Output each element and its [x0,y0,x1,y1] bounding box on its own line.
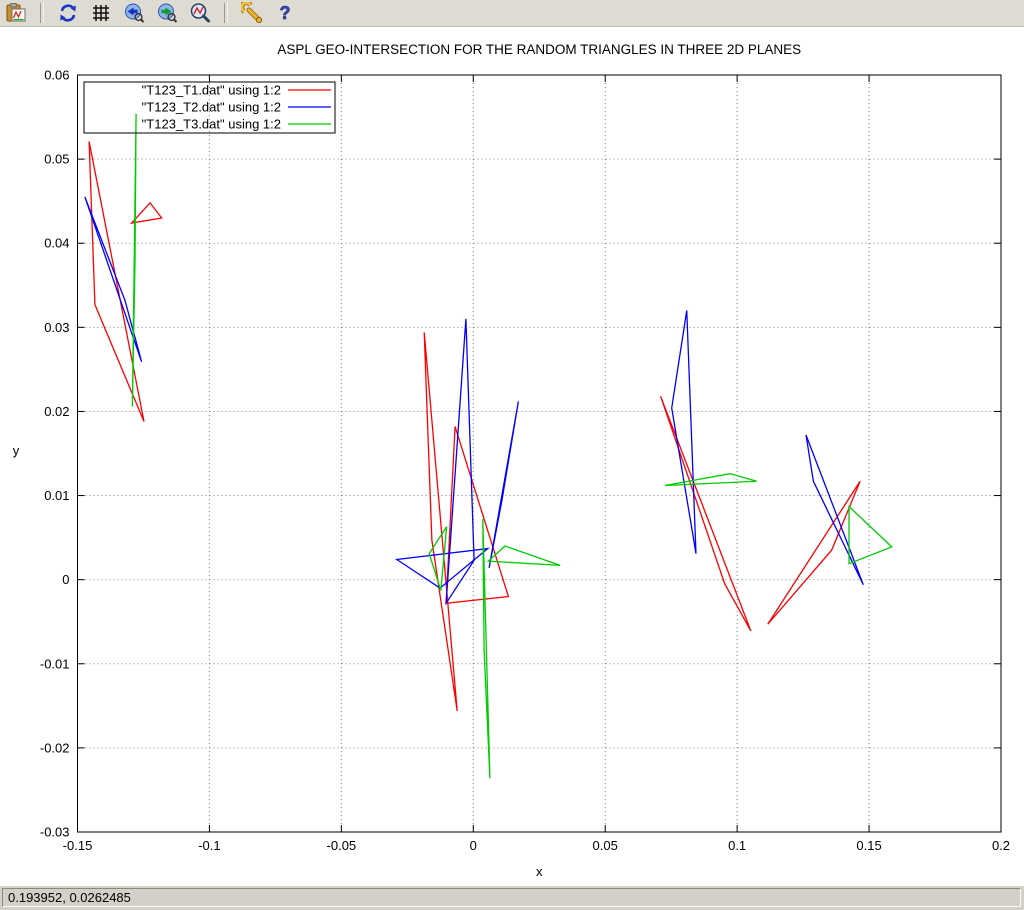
series-triangle-T123_T2.dat [446,319,474,603]
replot-button[interactable] [56,1,80,25]
clipboard-copy-icon [5,2,27,24]
wrench-icon [241,2,263,24]
legend-label: "T123_T2.dat" using 1:2 [142,100,281,115]
autoscale-button[interactable] [188,1,212,25]
x-tick-label: 0 [470,838,477,853]
refresh-icon [57,2,79,24]
cursor-coordinates: 0.193952, 0.0262485 [2,888,1021,907]
y-tick-label: -0.03 [40,825,70,840]
legend-label: "T123_T3.dat" using 1:2 [142,117,281,132]
help-button[interactable]: ? [273,1,297,25]
x-tick-label: -0.1 [198,838,220,853]
help-icon: ? [274,2,296,24]
zoom-previous-icon [123,2,145,24]
y-axis-label: y [13,443,20,458]
gnuplot-window: { "window": { "background": "#ffffff", "… [0,0,1024,910]
grid-icon [90,2,112,24]
series-triangle-T123_T3.dat [132,114,136,407]
zoom-next-icon [156,2,178,24]
y-tick-label: 0.04 [44,236,69,251]
x-tick-label: -0.05 [327,838,357,853]
x-tick-label: 0.15 [856,838,881,853]
y-tick-label: 0 [62,572,69,587]
y-tick-label: 0.05 [44,152,69,167]
legend-label: "T123_T1.dat" using 1:2 [142,83,281,98]
x-axis-label: x [536,864,543,879]
x-tick-label: -0.15 [63,838,93,853]
status-bar: 0.193952, 0.0262485 [0,886,1024,910]
y-tick-label: 0.02 [44,404,69,419]
x-tick-label: 0.2 [992,838,1010,853]
series-triangle-T123_T3.dat [665,474,757,486]
series-triangle-T123_T2.dat [672,311,696,554]
series-triangle-T123_T2.dat [806,435,863,585]
y-tick-label: 0.03 [44,320,69,335]
grid-button[interactable] [89,1,113,25]
autoscale-zoom-icon [189,2,211,24]
chart-title: ASPL GEO-INTERSECTION FOR THE RANDOM TRI… [277,42,801,57]
toolbar: ? [0,0,1024,27]
series-triangle-T123_T1.dat [132,203,162,223]
series-triangle-T123_T2.dat [489,401,518,568]
series-triangle-T123_T3.dat [483,519,490,778]
plot-border [78,75,1002,832]
x-tick-label: 0.1 [728,838,746,853]
plot-canvas[interactable]: -0.15 -0.1 -0.05 0 0.05 0.1 0.15 0.2 0.06 0.05 0.0… [0,27,1024,886]
y-tick-label: -0.01 [40,656,70,671]
y-tick-label: 0.06 [44,68,69,83]
chart[interactable]: -0.15 -0.1 -0.05 0 0.05 0.1 0.15 0.2 0.06 0.05 0.0… [0,27,1024,886]
series-triangle-T123_T3.dat [488,546,560,565]
y-tick-label: -0.02 [40,740,70,755]
help-glyph: ? [280,3,291,23]
copy-to-clipboard-button[interactable] [4,1,28,25]
zoom-next-button[interactable] [155,1,179,25]
series-triangle-T123_T3.dat [849,506,892,563]
series-triangle-T123_T1.dat [768,481,860,624]
zoom-previous-button[interactable] [122,1,146,25]
toolbar-separator [224,3,228,23]
y-tick-label: 0.01 [44,488,69,503]
configure-button[interactable] [240,1,264,25]
toolbar-separator [40,3,44,23]
x-tick-label: 0.05 [593,838,618,853]
